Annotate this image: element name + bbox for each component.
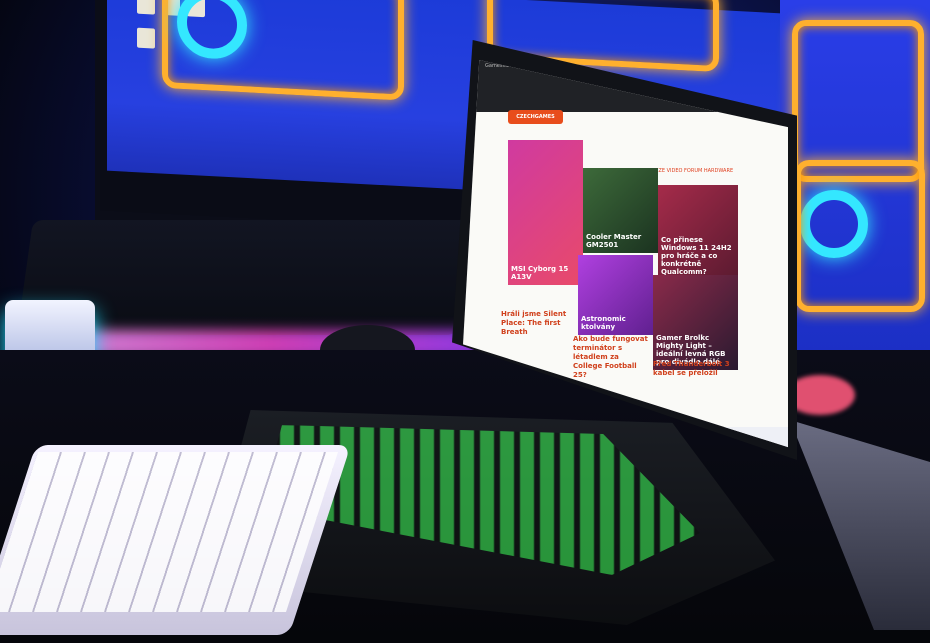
neon-wallpaper-shape — [792, 20, 924, 182]
photo-scene: Gamesite CZECHGAMES AKTUALITY RECENZE VI… — [0, 0, 930, 643]
article-tile[interactable]: Astronomic ktolvány — [578, 255, 653, 335]
desktop-icon — [137, 0, 155, 15]
article-tile[interactable]: MSI Cyborg 15 A13V — [508, 140, 583, 285]
article-tile[interactable]: Co přinese Windows 11 24H2 pro hráče a c… — [658, 185, 738, 280]
neon-wallpaper-shape — [795, 160, 925, 312]
right-monitor-wallpaper — [780, 0, 930, 400]
desktop-icon — [137, 27, 155, 49]
site-logo[interactable]: CZECHGAMES — [508, 110, 563, 124]
article-tile[interactable]: Cooler Master GM2501 — [583, 168, 658, 253]
article-headline[interactable]: Hráli jsme Silent Place: The first Breat… — [501, 310, 571, 337]
article-headline[interactable]: Ako bude fungovat terminátor s létadlem … — [573, 335, 648, 380]
article-headline[interactable]: Před Thunderbolt 3 kabel se přeložil — [653, 360, 733, 378]
white-keycaps — [0, 452, 338, 612]
article-tile[interactable]: Gamer Brolkc Mighty Light – ideální levn… — [653, 275, 738, 370]
